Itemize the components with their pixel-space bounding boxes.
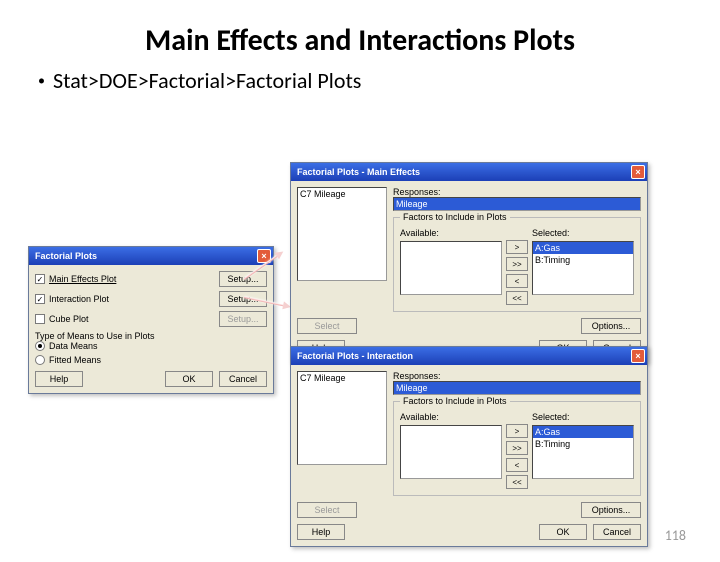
factors-group-label: Factors to Include in Plots bbox=[400, 396, 510, 406]
means-type-label: Type of Means to Use in Plots bbox=[35, 331, 267, 341]
factors-group-label: Factors to Include in Plots bbox=[400, 212, 510, 222]
select-button: Select bbox=[297, 318, 357, 334]
titlebar: Factorial Plots - Main Effects × bbox=[291, 163, 647, 181]
page-title: Main Effects and Interactions Plots bbox=[60, 22, 660, 59]
responses-field[interactable]: Mileage bbox=[393, 381, 641, 395]
responses-value: Mileage bbox=[394, 382, 640, 394]
setup-main-button[interactable]: Setup... bbox=[219, 271, 267, 287]
dialog-interaction: Factorial Plots - Interaction × C7 Milea… bbox=[290, 346, 648, 547]
radio-fitted-means-label: Fitted Means bbox=[49, 355, 101, 365]
move-left-button[interactable]: < bbox=[506, 458, 528, 472]
selected-label: Selected: bbox=[532, 228, 634, 238]
radio-data-means[interactable] bbox=[35, 341, 45, 351]
source-listbox[interactable]: C7 Mileage bbox=[297, 371, 387, 465]
selected-listbox[interactable]: A:Gas B:Timing bbox=[532, 241, 634, 295]
available-label: Available: bbox=[400, 228, 502, 238]
checkbox-cube-label: Cube Plot bbox=[49, 314, 89, 324]
selected-label: Selected: bbox=[532, 412, 634, 422]
ok-button[interactable]: OK bbox=[539, 524, 587, 540]
help-button[interactable]: Help bbox=[35, 371, 83, 387]
dialog-factorial-plots: Factorial Plots × Main Effects Plot Setu… bbox=[28, 246, 274, 394]
setup-cube-button: Setup... bbox=[219, 311, 267, 327]
dialog-title: Factorial Plots - Interaction bbox=[297, 351, 413, 361]
list-item[interactable]: C7 Mileage bbox=[298, 372, 386, 384]
breadcrumb-text: Stat>DOE>Factorial>Factorial Plots bbox=[53, 67, 361, 94]
options-button[interactable]: Options... bbox=[581, 318, 641, 334]
page-number: 118 bbox=[665, 527, 686, 544]
list-item[interactable]: A:Gas bbox=[533, 426, 633, 438]
cancel-button[interactable]: Cancel bbox=[593, 524, 641, 540]
checkbox-interaction[interactable] bbox=[35, 294, 45, 304]
radio-fitted-means[interactable] bbox=[35, 355, 45, 365]
source-listbox[interactable]: C7 Mileage bbox=[297, 187, 387, 281]
available-listbox[interactable] bbox=[400, 241, 502, 295]
responses-value: Mileage bbox=[394, 198, 640, 210]
dialog-main-effects: Factorial Plots - Main Effects × C7 Mile… bbox=[290, 162, 648, 363]
checkbox-main-effects[interactable] bbox=[35, 274, 45, 284]
radio-data-means-label: Data Means bbox=[49, 341, 98, 351]
move-right-button[interactable]: > bbox=[506, 424, 528, 438]
move-all-right-button[interactable]: >> bbox=[506, 257, 528, 271]
checkbox-cube[interactable] bbox=[35, 314, 45, 324]
list-item[interactable]: B:Timing bbox=[533, 438, 633, 450]
list-item[interactable]: A:Gas bbox=[533, 242, 633, 254]
close-icon[interactable]: × bbox=[631, 349, 645, 363]
dialog-title: Factorial Plots - Main Effects bbox=[297, 167, 420, 177]
select-button: Select bbox=[297, 502, 357, 518]
breadcrumb: • Stat>DOE>Factorial>Factorial Plots bbox=[38, 67, 720, 94]
ok-button[interactable]: OK bbox=[165, 371, 213, 387]
move-left-button[interactable]: < bbox=[506, 274, 528, 288]
available-listbox[interactable] bbox=[400, 425, 502, 479]
responses-label: Responses: bbox=[393, 371, 641, 381]
available-label: Available: bbox=[400, 412, 502, 422]
checkbox-main-effects-label: Main Effects Plot bbox=[49, 274, 116, 284]
move-all-left-button[interactable]: << bbox=[506, 475, 528, 489]
titlebar: Factorial Plots - Interaction × bbox=[291, 347, 647, 365]
move-all-left-button[interactable]: << bbox=[506, 291, 528, 305]
dialog-title: Factorial Plots bbox=[35, 251, 97, 261]
bullet-icon: • bbox=[38, 74, 45, 88]
selected-listbox[interactable]: A:Gas B:Timing bbox=[532, 425, 634, 479]
move-right-button[interactable]: > bbox=[506, 240, 528, 254]
options-button[interactable]: Options... bbox=[581, 502, 641, 518]
list-item[interactable]: B:Timing bbox=[533, 254, 633, 266]
move-all-right-button[interactable]: >> bbox=[506, 441, 528, 455]
responses-field[interactable]: Mileage bbox=[393, 197, 641, 211]
checkbox-interaction-label: Interaction Plot bbox=[49, 294, 109, 304]
titlebar: Factorial Plots × bbox=[29, 247, 273, 265]
help-button[interactable]: Help bbox=[297, 524, 345, 540]
cancel-button[interactable]: Cancel bbox=[219, 371, 267, 387]
close-icon[interactable]: × bbox=[631, 165, 645, 179]
list-item[interactable]: C7 Mileage bbox=[298, 188, 386, 200]
responses-label: Responses: bbox=[393, 187, 641, 197]
